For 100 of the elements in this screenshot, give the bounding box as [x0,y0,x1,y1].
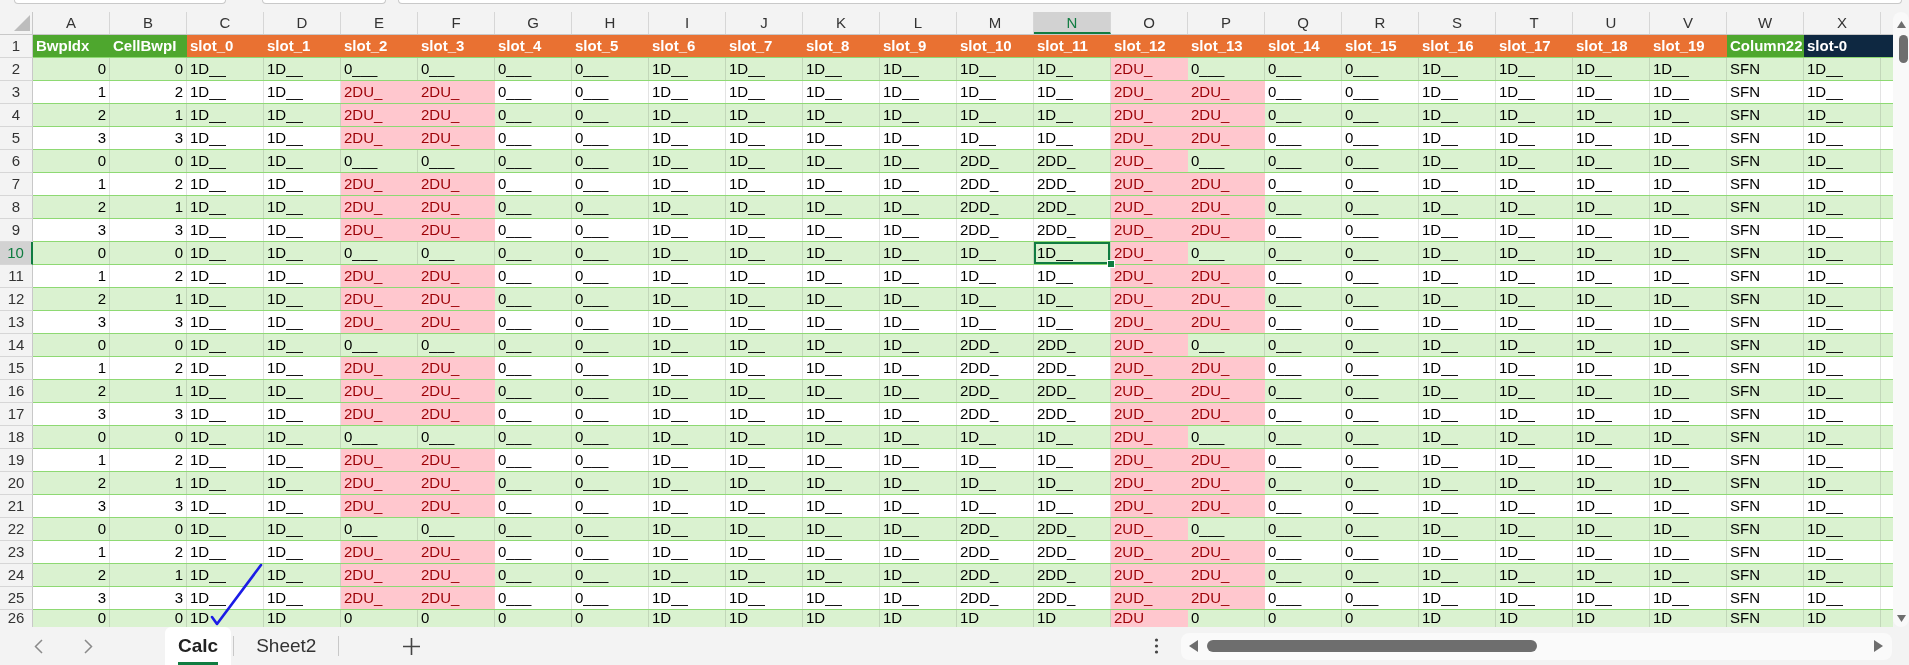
table-cell: 0___ [1265,288,1342,310]
row-number[interactable]: 18 [0,426,33,449]
column-letter[interactable]: F [418,12,495,34]
table-cell: 1D [649,610,726,627]
column-letter[interactable]: P [1188,12,1265,34]
table-cell: 2DU_ [341,357,418,379]
row-number[interactable]: 4 [0,104,33,127]
table-cell: 2DU_ [1111,426,1188,448]
table-cell: 2DU_ [341,472,418,494]
table-cell: 1D__ [187,81,264,103]
sheet-tab[interactable]: Sheet2 [236,627,337,665]
row-number[interactable]: 13 [0,311,33,334]
column-letter[interactable]: W [1727,12,1804,34]
row-number[interactable]: 5 [0,127,33,150]
table-cell: 1D__ [1573,564,1650,586]
table-cell: 1D__ [1650,173,1727,195]
up-arrow-icon[interactable] [1896,21,1906,28]
table-cell: 1D__ [1804,357,1881,379]
formula-bar-field[interactable] [398,0,1902,4]
column-letter[interactable]: U [1573,12,1650,34]
row-number[interactable]: 15 [0,357,33,380]
row-number[interactable]: 25 [0,587,33,610]
column-letter[interactable]: C [187,12,264,34]
column-letter[interactable]: J [726,12,803,34]
column-header: slot_11 [1034,35,1111,57]
table-cell: 0___ [572,58,649,80]
chevron-right-icon[interactable] [84,638,93,654]
name-box-field[interactable] [14,0,226,4]
row-number[interactable]: 11 [0,265,33,288]
row-number[interactable]: 12 [0,288,33,311]
row-number[interactable]: 7 [0,173,33,196]
table-cell: 0___ [1265,265,1342,287]
row-number[interactable]: 16 [0,380,33,403]
column-letter[interactable]: V [1650,12,1727,34]
row-number[interactable]: 10 [0,242,33,265]
column-letter[interactable]: A [33,12,110,34]
left-arrow-icon[interactable] [1189,640,1198,652]
table-cell: 2 [33,196,110,218]
row-number[interactable]: 19 [0,449,33,472]
table-cell: 1D__ [803,219,880,241]
row-number[interactable]: 24 [0,564,33,587]
table-cell: 0___ [1342,472,1419,494]
column-letter[interactable]: I [649,12,726,34]
row-number[interactable]: 8 [0,196,33,219]
table-cell: 0___ [572,311,649,333]
table-cell: 1D__ [726,334,803,356]
right-arrow-icon[interactable] [1874,640,1883,652]
table-cell: 2DU_ [418,472,495,494]
table-cell: 1D__ [880,495,957,517]
table-cell: 1D__ [1496,173,1573,195]
horizontal-scrollbar[interactable] [1181,632,1892,660]
table-cell: 1D__ [803,311,880,333]
chevron-left-icon[interactable] [34,638,43,654]
table-cell: 1D__ [1419,495,1496,517]
row-number[interactable]: 1 [0,35,33,58]
table-cell: 1D__ [649,449,726,471]
column-letter[interactable]: L [880,12,957,34]
row-number[interactable]: 21 [0,495,33,518]
row-number[interactable]: 3 [0,81,33,104]
column-letter[interactable]: B [110,12,187,34]
column-header: slot_6 [649,35,726,57]
row-number[interactable]: 20 [0,472,33,495]
column-letter[interactable]: H [572,12,649,34]
column-letter[interactable]: R [1342,12,1419,34]
fill-handle[interactable] [1107,260,1115,268]
table-cell: 1D__ [1804,219,1881,241]
column-letter[interactable]: O [1111,12,1188,34]
column-letter[interactable]: G [495,12,572,34]
table-cell: 2DU_ [1111,81,1188,103]
table-cell: 1 [110,196,187,218]
sheet-tab[interactable]: Calc [165,627,232,665]
row-number[interactable]: 6 [0,150,33,173]
row-number[interactable]: 22 [0,518,33,541]
table-cell: 1D__ [1804,242,1881,264]
row-number[interactable]: 23 [0,541,33,564]
table-cell: 1D__ [187,242,264,264]
column-letter[interactable]: N [1034,12,1111,34]
scroll-thumb[interactable] [1898,35,1908,63]
table-cell: 1D__ [649,150,726,172]
plus-icon[interactable] [403,637,421,655]
row-number[interactable]: 26 [0,610,33,627]
column-header: BwpIdx [33,35,110,57]
column-letter[interactable]: K [803,12,880,34]
column-letter[interactable]: X [1804,12,1881,34]
column-letter[interactable]: S [1419,12,1496,34]
column-letter[interactable]: T [1496,12,1573,34]
row-number[interactable]: 17 [0,403,33,426]
table-cell: 2DU_ [341,311,418,333]
table-cell: 1D__ [1419,173,1496,195]
column-letter[interactable]: D [264,12,341,34]
vertical-scrollbar[interactable] [1893,12,1909,627]
scroll-thumb[interactable] [1207,640,1537,652]
column-letter[interactable]: E [341,12,418,34]
down-arrow-icon[interactable] [1896,615,1906,622]
table-cell: 3 [110,311,187,333]
row-number[interactable]: 14 [0,334,33,357]
column-letter[interactable]: Q [1265,12,1342,34]
more-options-icon[interactable] [1154,638,1159,654]
row-number[interactable]: 2 [0,58,33,81]
row-number[interactable]: 9 [0,219,33,242]
